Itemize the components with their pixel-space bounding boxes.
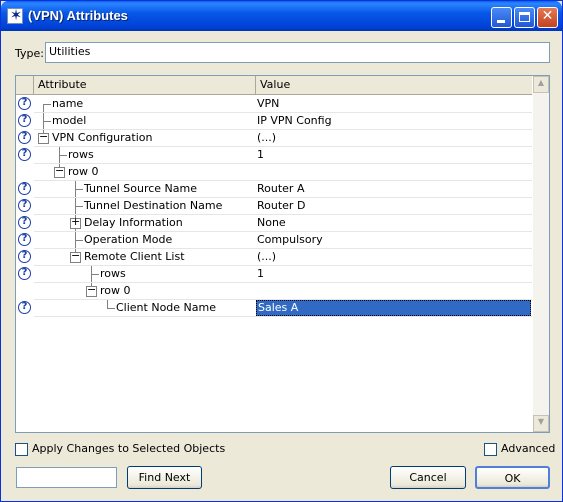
table-row[interactable]: ? + Delay Information None: [16, 215, 532, 232]
help-icon[interactable]: ?: [18, 114, 31, 127]
collapse-icon[interactable]: −: [54, 164, 65, 178]
help-icon[interactable]: ?: [18, 131, 31, 144]
apply-changes-label[interactable]: Apply Changes to Selected Objects: [32, 442, 225, 455]
attribute-grid: Attribute Value ? name VPN ? model IP VP…: [15, 75, 550, 433]
attribute-value[interactable]: 1: [257, 267, 264, 280]
collapse-icon[interactable]: −: [38, 130, 49, 144]
table-row[interactable]: ? rows 1: [16, 147, 532, 164]
type-field[interactable]: Utilities: [45, 42, 550, 63]
attribute-value[interactable]: None: [257, 216, 286, 229]
attribute-value[interactable]: VPN: [257, 97, 279, 110]
scroll-down-button[interactable]: ▼: [533, 415, 549, 432]
attribute-value[interactable]: Router A: [257, 182, 304, 195]
expand-icon[interactable]: +: [70, 215, 81, 229]
attribute-name: name: [52, 97, 84, 110]
title-bar[interactable]: ✶ (VPN) Attributes ✕: [1, 1, 562, 31]
attribute-name: VPN Configuration: [52, 131, 153, 144]
table-row[interactable]: − row 0: [16, 164, 532, 181]
help-icon[interactable]: ?: [18, 97, 31, 110]
attribute-name: Delay Information: [84, 216, 183, 229]
help-icon[interactable]: ?: [18, 233, 31, 246]
table-row[interactable]: ? rows 1: [16, 266, 532, 283]
table-row[interactable]: ? model IP VPN Config: [16, 113, 532, 130]
attribute-name: row 0: [68, 165, 99, 178]
type-value: Utilities: [49, 45, 91, 58]
advanced-checkbox[interactable]: [484, 443, 497, 456]
attribute-value[interactable]: (...): [257, 131, 276, 144]
dialog-window: ✶ (VPN) Attributes ✕ Type: Utilities Att…: [0, 0, 563, 502]
help-icon[interactable]: ?: [18, 250, 31, 263]
attribute-value[interactable]: Router D: [257, 199, 305, 212]
close-icon: ✕: [541, 8, 554, 24]
column-header-attribute[interactable]: Attribute: [34, 76, 256, 94]
advanced-label[interactable]: Advanced: [501, 442, 555, 455]
attribute-value[interactable]: (...): [257, 250, 276, 263]
attribute-name: row 0: [100, 284, 131, 297]
header-corner: [16, 76, 34, 94]
maximize-icon: [519, 12, 530, 22]
attribute-name: Tunnel Destination Name: [84, 199, 223, 212]
attribute-name: Client Node Name: [116, 301, 216, 314]
table-row-selected[interactable]: ? Client Node Name Sales A: [16, 300, 532, 317]
minimize-button[interactable]: [491, 7, 512, 28]
column-header-value[interactable]: Value: [256, 76, 532, 94]
table-row[interactable]: ? Tunnel Destination Name Router D: [16, 198, 532, 215]
close-button[interactable]: ✕: [537, 7, 558, 28]
help-icon[interactable]: ?: [18, 199, 31, 212]
attribute-name: model: [52, 114, 87, 127]
help-icon[interactable]: ?: [18, 301, 31, 314]
collapse-icon[interactable]: −: [86, 283, 97, 297]
table-row[interactable]: ? − VPN Configuration (...): [16, 130, 532, 147]
find-input[interactable]: [16, 467, 117, 488]
table-row[interactable]: ? − Remote Client List (...): [16, 249, 532, 266]
cancel-button[interactable]: Cancel: [390, 466, 466, 489]
app-icon: ✶: [7, 6, 23, 24]
minimize-icon: [497, 20, 505, 23]
attribute-value[interactable]: 1: [257, 148, 264, 161]
ok-button[interactable]: OK: [475, 466, 550, 489]
attribute-name: Tunnel Source Name: [84, 182, 198, 195]
table-row[interactable]: ? Tunnel Source Name Router A: [16, 181, 532, 198]
type-label: Type:: [15, 47, 44, 60]
help-icon[interactable]: ?: [18, 182, 31, 195]
attribute-name: rows: [68, 148, 94, 161]
help-icon[interactable]: ?: [18, 148, 31, 161]
window-title: (VPN) Attributes: [28, 8, 128, 23]
attribute-value-selected[interactable]: Sales A: [256, 300, 531, 316]
table-row[interactable]: − row 0: [16, 283, 532, 300]
attribute-name: Operation Mode: [84, 233, 173, 246]
attribute-value[interactable]: Compulsory: [257, 233, 323, 246]
scroll-up-button[interactable]: ▲: [533, 76, 549, 93]
vertical-scrollbar[interactable]: ▲ ▼: [533, 76, 549, 432]
attribute-name: rows: [100, 267, 126, 280]
maximize-button[interactable]: [514, 7, 535, 28]
grid-header: Attribute Value: [16, 76, 532, 95]
attribute-value[interactable]: IP VPN Config: [257, 114, 332, 127]
table-row[interactable]: ? name VPN: [16, 96, 532, 113]
table-row[interactable]: ? Operation Mode Compulsory: [16, 232, 532, 249]
help-icon[interactable]: ?: [18, 267, 31, 280]
attribute-name: Remote Client List: [84, 250, 185, 263]
find-next-button[interactable]: Find Next: [127, 466, 202, 489]
apply-changes-checkbox[interactable]: [15, 443, 28, 456]
collapse-icon[interactable]: −: [70, 249, 81, 263]
help-icon[interactable]: ?: [18, 216, 31, 229]
